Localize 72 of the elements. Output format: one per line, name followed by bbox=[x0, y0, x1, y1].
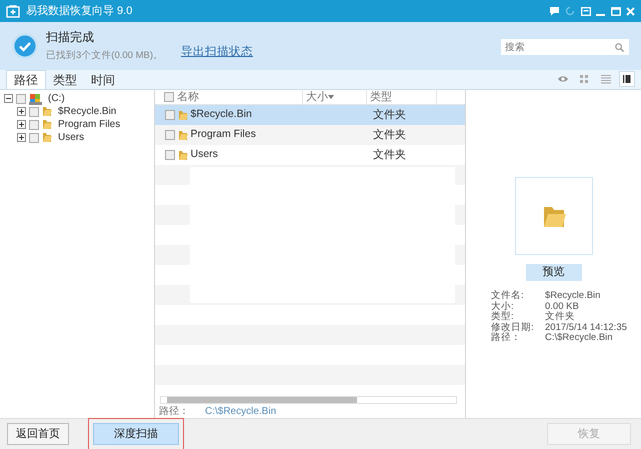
detail-label: 文件名: bbox=[491, 291, 525, 301]
file-row[interactable]: $Recycle.Bin 文件夹 bbox=[155, 105, 465, 125]
tab[interactable]: 路径 bbox=[6, 70, 46, 89]
collapse-icon[interactable] bbox=[4, 94, 13, 103]
checkbox[interactable] bbox=[165, 130, 175, 140]
detail-label: 大小: bbox=[491, 302, 515, 312]
column-header[interactable]: 大小 bbox=[306, 88, 328, 106]
preview-button[interactable]: 预览 bbox=[526, 264, 582, 281]
tree-item-label[interactable]: (C:) bbox=[48, 91, 65, 106]
detail-label: 路径： bbox=[491, 333, 521, 344]
search-field[interactable]: 搜索 bbox=[501, 39, 629, 55]
checkbox[interactable] bbox=[29, 106, 39, 116]
file-row[interactable]: Users 文件夹 bbox=[155, 145, 465, 165]
checkbox[interactable] bbox=[29, 120, 39, 130]
detail-value: 2017/5/14 14:12:35 bbox=[545, 322, 627, 333]
file-type: 文件夹 bbox=[372, 128, 406, 143]
tree-item-label[interactable]: $Recycle.Bin bbox=[58, 104, 116, 119]
back-home-button[interactable]: 返回首页 bbox=[7, 422, 69, 446]
tab[interactable]: 类型 bbox=[46, 70, 84, 89]
export-link[interactable]: 导出扫描状态 bbox=[181, 44, 253, 62]
sort-arrow-icon bbox=[328, 95, 334, 99]
tab[interactable]: 时间 bbox=[84, 70, 122, 89]
file-name: $Recycle.Bin bbox=[190, 107, 252, 122]
checkbox[interactable] bbox=[16, 94, 26, 104]
tree-item-label[interactable]: Program Files bbox=[58, 117, 120, 132]
detail-value: 0.00 KB bbox=[545, 302, 579, 312]
file-type: 文件夹 bbox=[372, 108, 406, 123]
select-all-checkbox[interactable] bbox=[164, 92, 174, 102]
folder-icon bbox=[178, 150, 188, 160]
refresh-icon[interactable] bbox=[565, 6, 575, 16]
detail-label: 修改日期: bbox=[491, 322, 535, 332]
check-circle-icon bbox=[12, 33, 38, 59]
detail-view-icon bbox=[621, 74, 633, 84]
folder-icon bbox=[42, 119, 52, 130]
window-title: 易我数据恢复向导 9.0 bbox=[26, 4, 132, 19]
expand-icon[interactable] bbox=[17, 133, 26, 142]
checkbox[interactable] bbox=[165, 150, 175, 160]
folder-icon bbox=[42, 132, 52, 143]
expand-icon[interactable] bbox=[17, 120, 26, 129]
detail-label: 类型: bbox=[491, 312, 515, 322]
expand-icon[interactable] bbox=[17, 107, 26, 116]
eye-icon bbox=[556, 74, 568, 84]
column-header[interactable]: 类型 bbox=[370, 88, 392, 106]
file-name: Users bbox=[190, 147, 218, 162]
file-type: 文件夹 bbox=[372, 148, 406, 163]
detail-value: C:\$Recycle.Bin bbox=[545, 333, 613, 344]
scan-status-title: 扫描完成 bbox=[46, 29, 95, 46]
detail-value: 文件夹 bbox=[545, 312, 575, 322]
scan-status-detail: 已找到3个文件(0.00 MB)。 bbox=[46, 49, 163, 64]
detail-value: $Recycle.Bin bbox=[545, 291, 600, 302]
maximize-icon[interactable] bbox=[610, 6, 620, 16]
search-icon bbox=[615, 43, 624, 52]
chat-icon[interactable] bbox=[548, 6, 560, 16]
checkbox[interactable] bbox=[165, 110, 175, 120]
folder-icon bbox=[42, 106, 52, 117]
view-button[interactable] bbox=[619, 71, 635, 87]
grid-icon bbox=[578, 74, 590, 84]
tree-item-label[interactable]: Users bbox=[58, 130, 84, 145]
drive-icon bbox=[29, 92, 42, 104]
folder-icon bbox=[178, 130, 188, 140]
folder-icon bbox=[178, 110, 188, 120]
list-icon bbox=[600, 74, 612, 84]
path-label: 路径： bbox=[159, 404, 189, 418]
window-icon[interactable] bbox=[580, 6, 590, 16]
column-header[interactable]: 名称 bbox=[177, 88, 199, 106]
file-row[interactable]: Program Files 文件夹 bbox=[155, 125, 465, 145]
scrollbar-thumb[interactable] bbox=[167, 397, 357, 403]
checkbox[interactable] bbox=[29, 132, 39, 142]
app-icon bbox=[6, 4, 20, 18]
close-icon[interactable] bbox=[626, 6, 635, 16]
file-name: Program Files bbox=[190, 127, 256, 142]
path-value: C:\$Recycle.Bin bbox=[205, 404, 276, 418]
